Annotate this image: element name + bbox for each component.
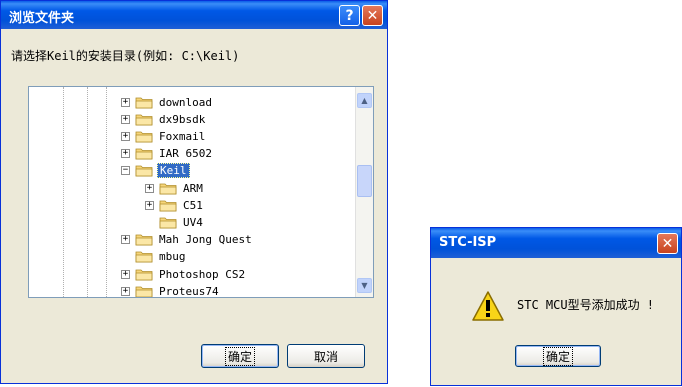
help-button[interactable]: ?: [339, 5, 360, 26]
message-box-title: STC-ISP: [439, 235, 497, 250]
tree-item-label: UV4: [183, 215, 203, 229]
browse-folder-dialog: 浏览文件夹 ? ✕ 请选择Keil的安装目录(例如: C:\Keil) + dow…: [0, 0, 388, 384]
tree-item-label: mbug: [159, 250, 186, 264]
folder-icon: [135, 97, 153, 108]
tree-item-label: Proteus74: [159, 284, 219, 298]
folder-icon: [135, 234, 153, 246]
message-text: STC MCU型号添加成功 !: [517, 298, 655, 312]
tree-guide-line: [87, 87, 88, 297]
tree-item[interactable]: + download: [121, 93, 214, 111]
tree-item-label: download: [159, 95, 212, 109]
help-icon: ?: [345, 7, 354, 24]
message-ok-button[interactable]: 确定: [515, 345, 601, 367]
expand-icon[interactable]: +: [145, 200, 154, 210]
close-icon: ✕: [661, 235, 674, 252]
browse-dialog-title: 浏览文件夹: [9, 11, 75, 26]
folder-icon: [159, 200, 177, 212]
folder-icon: [135, 165, 153, 177]
expand-icon[interactable]: +: [145, 183, 154, 193]
scroll-thumb[interactable]: [357, 165, 372, 197]
tree-item[interactable]: + Photoshop CS2: [121, 265, 247, 283]
tree-item[interactable]: + C51: [145, 196, 205, 214]
folder-tree[interactable]: + download + dx9bsdk + Foxmail + IAR 6502− Keil +…: [28, 86, 374, 298]
tree-guide-line: [63, 87, 64, 297]
expand-icon[interactable]: +: [121, 235, 130, 245]
message-box-titlebar[interactable]: STC-ISP ✕: [431, 228, 681, 258]
expand-icon[interactable]: +: [121, 286, 130, 296]
vertical-scrollbar[interactable]: ▲ ▼: [355, 87, 373, 297]
folder-icon: [135, 251, 153, 263]
close-button[interactable]: ✕: [362, 5, 383, 26]
tree-item-label: C51: [183, 198, 203, 212]
folder-icon: [135, 269, 153, 280]
tree-item[interactable]: + IAR 6502: [121, 145, 214, 163]
stc-isp-message-box: STC-ISP ✕ STC MCU型号添加成功 ! 确定: [430, 227, 682, 386]
ok-label: 确定: [224, 346, 255, 366]
folder-icon: [135, 131, 153, 143]
collapse-icon[interactable]: −: [121, 166, 130, 176]
tree-item-label: Keil: [157, 163, 190, 179]
tree-item-label: IAR 6502: [159, 147, 212, 161]
scroll-down-button[interactable]: ▼: [357, 278, 372, 293]
expand-icon[interactable]: +: [121, 97, 130, 107]
message-ok-label: 确定: [542, 346, 573, 366]
folder-icon: [159, 217, 177, 229]
tree-item-label: Photoshop CS2: [159, 267, 246, 281]
browse-dialog-titlebar[interactable]: 浏览文件夹 ? ✕: [1, 1, 387, 29]
tree-item[interactable]: − Keil: [121, 162, 190, 180]
cancel-label: 取消: [313, 349, 338, 364]
tree-item[interactable]: mbug: [121, 248, 188, 266]
folder-icon: [135, 114, 153, 126]
ok-button[interactable]: 确定: [201, 344, 279, 368]
expand-icon[interactable]: +: [121, 269, 130, 279]
warning-icon: [472, 291, 504, 321]
tree-guide-line: [106, 87, 107, 297]
tree-item[interactable]: + Proteus74: [121, 282, 221, 298]
folder-icon: [135, 148, 153, 160]
tree-item[interactable]: UV4: [145, 213, 205, 231]
tree-item[interactable]: + Foxmail: [121, 127, 207, 145]
tree-item-label: ARM: [183, 181, 203, 195]
chevron-up-icon: ▲: [361, 96, 368, 105]
tree-item-label: Mah Jong Quest: [159, 233, 252, 247]
cancel-button[interactable]: 取消: [287, 344, 365, 368]
tree-item[interactable]: + ARM: [145, 179, 205, 197]
expand-icon[interactable]: +: [121, 149, 130, 159]
install-directory-prompt: 请选择Keil的安装目录(例如: C:\Keil): [11, 49, 240, 63]
tree-item-label: Foxmail: [159, 129, 206, 143]
expand-icon[interactable]: +: [121, 114, 130, 124]
tree-item[interactable]: + dx9bsdk: [121, 110, 207, 128]
folder-icon: [159, 183, 177, 194]
message-close-button[interactable]: ✕: [657, 233, 678, 254]
scroll-up-button[interactable]: ▲: [357, 93, 372, 108]
folder-icon: [135, 286, 153, 297]
tree-item-label: dx9bsdk: [159, 112, 206, 126]
chevron-down-icon: ▼: [361, 281, 368, 290]
expand-icon[interactable]: +: [121, 131, 130, 141]
close-icon: ✕: [366, 7, 379, 24]
tree-item[interactable]: + Mah Jong Quest: [121, 231, 254, 249]
